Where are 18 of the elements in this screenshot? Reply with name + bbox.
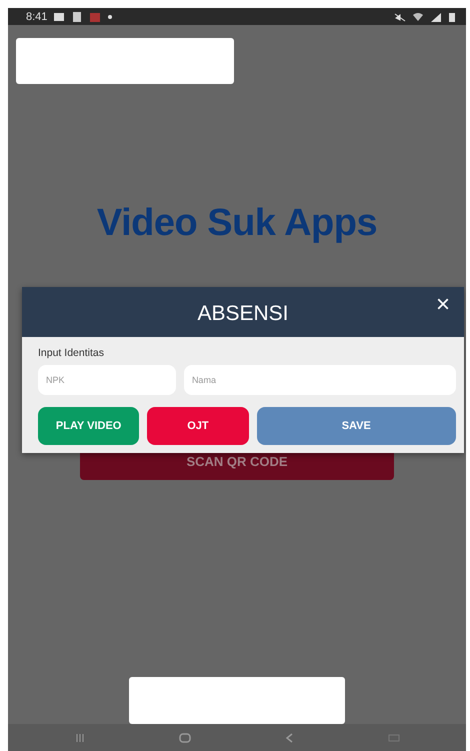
action-button[interactable]: SAVE bbox=[256, 407, 456, 445]
app-title: Video Suk Apps bbox=[96, 202, 378, 245]
battery-icon bbox=[448, 12, 456, 22]
home-icon bbox=[178, 732, 192, 742]
recents-icon bbox=[74, 732, 86, 742]
alert-icon bbox=[89, 12, 102, 22]
close-button[interactable]: × bbox=[432, 291, 454, 319]
action-button[interactable]: OJT bbox=[147, 407, 249, 445]
input-field[interactable]: Nama bbox=[184, 365, 456, 395]
keyboard-icon bbox=[388, 732, 400, 742]
wifi-icon bbox=[412, 12, 424, 22]
action-button[interactable]: PLAY VIDEO bbox=[38, 407, 140, 445]
mute-icon bbox=[394, 12, 406, 22]
dialog-title: ABSENSI bbox=[197, 302, 289, 326]
signal-icon bbox=[430, 12, 442, 22]
status-time: 8:41 bbox=[26, 10, 48, 22]
input-field[interactable]: NPK bbox=[38, 365, 176, 395]
section-label: Input Identitas bbox=[38, 347, 105, 359]
